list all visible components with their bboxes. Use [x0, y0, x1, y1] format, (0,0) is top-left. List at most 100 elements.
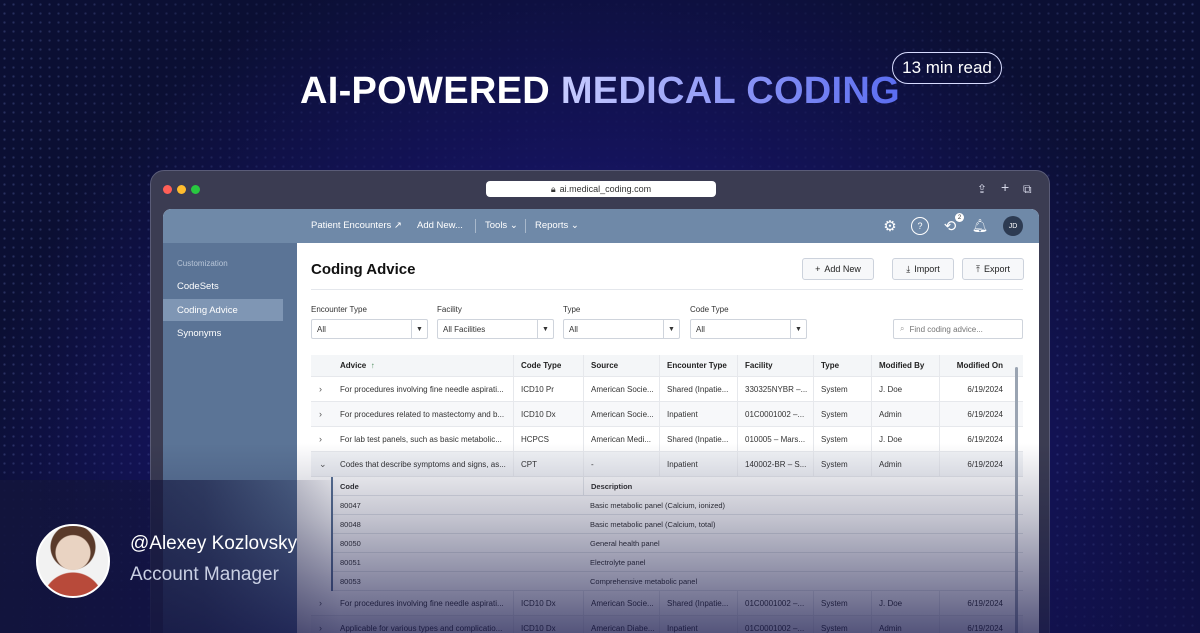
coding-advice-table: Advice ↑ Code Type Source Encounter Type… [311, 355, 1023, 633]
col-encounter-type[interactable]: Encounter Type [659, 355, 737, 376]
cell-facility: 140002-BR – S... [737, 452, 813, 476]
maximize-window-button[interactable] [191, 185, 200, 194]
download-icon: ⤓ [906, 263, 911, 274]
page-title: Coding Advice [311, 261, 416, 278]
filter-label-type: Type [563, 305, 581, 314]
table-row[interactable]: › For procedures related to mastectomy a… [311, 402, 1023, 427]
settings-gear-icon[interactable]: ⚙ [881, 217, 899, 235]
table-header-row: Advice ↑ Code Type Source Encounter Type… [311, 355, 1023, 377]
cell-code-type: ICD10 Dx [513, 591, 583, 615]
code-type-select[interactable]: All ▼ [690, 319, 807, 339]
cell-modified-on: 6/19/2024 [939, 427, 1011, 451]
col-advice[interactable]: Advice ↑ [333, 355, 513, 376]
col-source[interactable]: Source [583, 355, 659, 376]
cell-advice: For procedures involving fine needle asp… [340, 598, 504, 608]
chevron-down-icon: ⌄ [509, 220, 518, 231]
search-input[interactable] [909, 324, 1010, 334]
col-modified-on[interactable]: Modified On [939, 355, 1011, 376]
tabs-overview-icon[interactable]: ⧉ [1023, 182, 1032, 197]
sidebar-item-coding-advice[interactable]: Coding Advice [163, 299, 283, 321]
col-modified-by[interactable]: Modified By [871, 355, 939, 376]
nav-patient-encounters[interactable]: Patient Encounters ↗ [311, 220, 402, 231]
cell-code: 80048 [340, 519, 361, 529]
cell-encounter-type: Inpatient [659, 452, 737, 476]
chevron-right-icon[interactable]: › [319, 427, 322, 451]
user-avatar[interactable]: JD [1003, 216, 1023, 236]
table-row[interactable]: › For procedures involving fine needle a… [311, 377, 1023, 402]
app-window: Patient Encounters ↗ Add New... Tools ⌄ … [163, 209, 1039, 633]
cell-description: Comprehensive metabolic panel [590, 576, 698, 586]
chevron-right-icon[interactable]: › [319, 377, 322, 401]
chevron-down-icon: ⌄ [570, 220, 579, 231]
close-window-button[interactable] [163, 185, 172, 194]
top-navigation: Patient Encounters ↗ Add New... Tools ⌄ … [163, 209, 1039, 243]
col-code: Code [340, 481, 359, 491]
cell-source: American Socie... [583, 377, 659, 401]
cell-advice: For lab test panels, such as basic metab… [340, 434, 502, 444]
chevron-down-icon[interactable]: ⌄ [319, 452, 327, 476]
cell-source: - [583, 452, 659, 476]
cell-advice: For procedures related to mastectomy and… [340, 409, 505, 419]
share-icon[interactable]: ⇪ [977, 182, 987, 196]
filter-label-code-type: Code Type [690, 305, 729, 314]
col-type[interactable]: Type [813, 355, 871, 376]
search-icon: ⌕ [900, 324, 905, 333]
lock-icon: 🔒︎ [550, 183, 556, 194]
filter-label-encounter-type: Encounter Type [311, 305, 367, 314]
table-scrollbar[interactable] [1015, 367, 1018, 633]
sidebar-heading: Customization [177, 259, 228, 268]
cell-code-type: CPT [513, 452, 583, 476]
add-new-button[interactable]: + Add New [802, 258, 874, 280]
headline-part2: MEDICAL CODING [560, 70, 901, 112]
cell-code: 80050 [340, 538, 361, 548]
cell-modified-on: 6/19/2024 [939, 402, 1011, 426]
cell-code-type: HCPCS [513, 427, 583, 451]
external-link-icon: ↗ [393, 220, 402, 231]
chevron-right-icon[interactable]: › [319, 402, 322, 426]
chevron-right-icon[interactable]: › [319, 616, 322, 633]
nav-add-new[interactable]: Add New... [417, 220, 463, 231]
caret-down-icon: ▼ [537, 320, 553, 338]
export-button[interactable]: ⤒ Export [962, 258, 1024, 280]
table-row[interactable]: › For lab test panels, such as basic met… [311, 427, 1023, 452]
cell-modified-by: J. Doe [871, 377, 939, 401]
cell-encounter-type: Shared (Inpatie... [659, 377, 737, 401]
new-tab-icon[interactable]: + [1001, 179, 1009, 195]
address-bar[interactable]: 🔒︎ ai.medical_coding.com [486, 181, 716, 197]
cell-code-type: ICD10 Dx [513, 616, 583, 633]
cell-source: American Socie... [583, 402, 659, 426]
search-box[interactable]: ⌕ [893, 319, 1023, 339]
cell-type: System [813, 402, 871, 426]
col-facility[interactable]: Facility [737, 355, 813, 376]
cell-type: System [813, 377, 871, 401]
sidebar-item-codesets[interactable]: CodeSets [163, 275, 283, 297]
cell-modified-on: 6/19/2024 [939, 591, 1011, 615]
table-row-expanded[interactable]: ⌄ Codes that describe symptoms and signs… [311, 452, 1023, 477]
nav-reports[interactable]: Reports ⌄ [535, 220, 579, 231]
chevron-right-icon[interactable]: › [319, 591, 322, 615]
cell-type: System [813, 427, 871, 451]
table-row[interactable]: › Applicable for various types and compl… [311, 616, 1023, 633]
caret-down-icon: ▼ [663, 320, 679, 338]
plus-icon: + [815, 264, 821, 274]
nav-tools[interactable]: Tools ⌄ [485, 220, 518, 231]
help-icon[interactable]: ? [911, 217, 929, 235]
cell-modified-on: 6/19/2024 [939, 377, 1011, 401]
cell-modified-by: Admin [871, 452, 939, 476]
import-button[interactable]: ⤓ Import [892, 258, 954, 280]
col-code-type[interactable]: Code Type [513, 355, 583, 376]
facility-select[interactable]: All Facilities ▼ [437, 319, 554, 339]
minimize-window-button[interactable] [177, 185, 186, 194]
table-row[interactable]: › For procedures involving fine needle a… [311, 591, 1023, 616]
cell-facility: 01C0001002 –... [737, 616, 813, 633]
cell-advice: Applicable for various types and complic… [340, 623, 503, 633]
caret-down-icon: ▼ [411, 320, 427, 338]
cell-code-type: ICD10 Pr [513, 377, 583, 401]
encounter-type-select[interactable]: All ▼ [311, 319, 428, 339]
cell-code: 80053 [340, 576, 361, 586]
cell-modified-on: 6/19/2024 [939, 616, 1011, 633]
type-select[interactable]: All ▼ [563, 319, 680, 339]
cell-encounter-type: Inpatient [659, 616, 737, 633]
sidebar-item-synonyms[interactable]: Synonyms [163, 322, 283, 344]
bell-icon[interactable]: 🔔︎ [971, 217, 989, 235]
